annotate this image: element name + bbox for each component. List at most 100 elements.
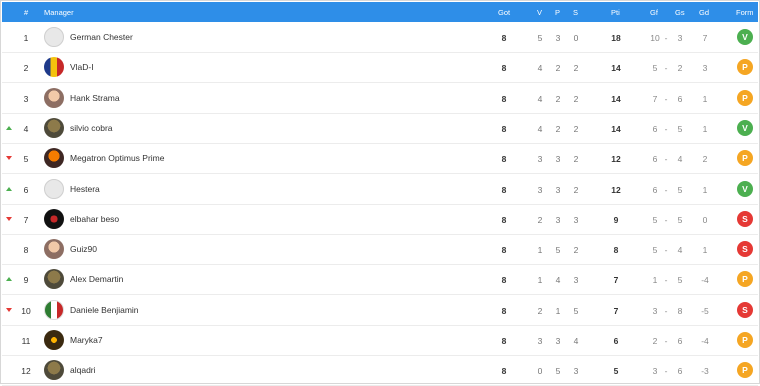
stat-v: 1	[537, 245, 543, 256]
person-avatar[interactable]	[44, 239, 64, 260]
manager-name[interactable]: Hank Strama	[70, 93, 120, 103]
stat-s: 3	[573, 275, 579, 286]
photo-avatar[interactable]	[44, 269, 64, 290]
stat-gd: 7	[702, 33, 708, 43]
manager-name[interactable]: VlaD-I	[70, 62, 94, 72]
stat-s: 2	[573, 63, 579, 74]
stat-s: 2	[573, 245, 579, 256]
stat-v: 4	[537, 63, 543, 74]
form-badge: S	[737, 210, 753, 227]
manager-name[interactable]: Alex Demartin	[70, 274, 123, 284]
header-manager[interactable]: Manager	[44, 8, 74, 17]
manager-name[interactable]: Megatron Optimus Prime	[70, 153, 164, 163]
stat-got: 8	[501, 184, 507, 195]
stat-gf: 6	[652, 123, 658, 134]
stat-pti: 14	[611, 63, 621, 74]
manager-name[interactable]: Hestera	[70, 184, 100, 194]
stat-separator: -	[664, 184, 668, 195]
photo-avatar[interactable]	[44, 117, 64, 138]
photo-avatar[interactable]	[44, 360, 64, 381]
manager-name[interactable]: Maryka7	[70, 335, 103, 345]
table-row[interactable]: 4 silvio cobra 8 4 2 2 14 6-5 1 V	[2, 114, 758, 144]
stat-p: 1	[555, 305, 561, 316]
stat-p: 2	[555, 63, 561, 74]
stat-pti: 14	[611, 93, 621, 104]
table-row[interactable]: 9 Alex Demartin 8 1 4 3 7 1-5 -4 P	[2, 265, 758, 296]
trend-up-icon	[6, 125, 12, 131]
badge-avatar[interactable]	[44, 208, 64, 229]
stat-gs: 5	[677, 184, 683, 195]
table-row[interactable]: 12 alqadri 8 0 5 3 5 3-6 -3 P	[2, 356, 758, 386]
manager-name[interactable]: elbahar beso	[70, 214, 119, 224]
manager-name[interactable]: alqadri	[70, 365, 96, 375]
manager-name[interactable]: silvio cobra	[70, 123, 113, 133]
table-row[interactable]: 7 elbahar beso 8 2 3 3 9 5-5 0 S	[2, 205, 758, 235]
ghost-avatar[interactable]	[44, 27, 64, 47]
stat-gs: 4	[677, 154, 683, 165]
table-row[interactable]: 11 Maryka7 8 3 3 4 6 2-6 -4 P	[2, 326, 758, 356]
header-gd[interactable]: Gd	[699, 8, 709, 17]
trend-down-icon	[6, 307, 12, 313]
table-row[interactable]: 10 Daniele Benjiamin 8 2 1 5 7 3-8 -5 S	[2, 296, 758, 326]
stat-gf: 5	[652, 245, 658, 256]
header-pti[interactable]: Pti	[611, 8, 620, 17]
rank-number: 7	[23, 214, 29, 225]
table-row[interactable]: 8 Guiz90 8 1 5 2 8 5-4 1 S	[2, 235, 758, 266]
stat-gf: 6	[652, 184, 658, 195]
header-gs[interactable]: Gs	[675, 8, 685, 17]
table-row[interactable]: 1 German Chester 8 5 3 0 18 10-3 7 V	[2, 23, 758, 53]
stat-gf: 3	[652, 366, 658, 377]
stat-got: 8	[501, 214, 507, 225]
person-avatar[interactable]	[44, 87, 64, 108]
ghost-avatar[interactable]	[44, 178, 64, 199]
stat-got: 8	[501, 305, 507, 316]
header-p[interactable]: P	[555, 8, 560, 17]
manager-name[interactable]: Daniele Benjiamin	[70, 305, 139, 315]
form-badge: V	[737, 119, 753, 136]
stat-gs: 5	[677, 123, 683, 134]
stat-pti: 18	[611, 33, 621, 43]
stat-p: 5	[555, 366, 561, 377]
stat-gd: 1	[702, 123, 708, 134]
stat-v: 3	[537, 336, 543, 346]
stat-separator: -	[664, 93, 668, 104]
stat-pti: 14	[611, 123, 621, 134]
header-got[interactable]: Got	[498, 8, 510, 17]
table-row[interactable]: 3 Hank Strama 8 4 2 2 14 7-6 1 P	[2, 84, 758, 114]
manager-name[interactable]: Guiz90	[70, 244, 97, 254]
stat-gs: 5	[677, 214, 683, 225]
stat-got: 8	[501, 336, 507, 346]
stat-separator: -	[664, 214, 668, 225]
stat-s: 2	[573, 184, 579, 195]
table-row[interactable]: 2 VlaD-I 8 4 2 2 14 5-2 3 P	[2, 53, 758, 84]
stat-p: 5	[555, 245, 561, 256]
stat-s: 2	[573, 123, 579, 134]
dark-avatar[interactable]	[44, 330, 64, 350]
stat-got: 8	[501, 275, 507, 286]
rank-number: 2	[23, 63, 29, 74]
header-s[interactable]: S	[573, 8, 578, 17]
stat-gd: 1	[702, 245, 708, 256]
header-gf[interactable]: Gf	[650, 8, 658, 17]
flag-italy-avatar[interactable]	[44, 299, 64, 320]
manager-name[interactable]: German Chester	[70, 32, 133, 42]
rank-number: 4	[23, 123, 29, 134]
stat-s: 4	[573, 336, 579, 346]
header-form[interactable]: Form	[736, 8, 754, 17]
stat-separator: -	[664, 366, 668, 377]
stat-v: 2	[537, 305, 543, 316]
table-row[interactable]: 5 Megatron Optimus Prime 8 3 3 2 12 6-4 2 P	[2, 144, 758, 175]
flag-avatar[interactable]	[44, 57, 64, 78]
stat-pti: 6	[613, 336, 619, 346]
stat-gf: 5	[652, 214, 658, 225]
table-row[interactable]: 6 Hestera 8 3 3 2 12 6-5 1 V	[2, 175, 758, 205]
standings-table: # Manager Got V P S Pti Gf Gs Gd Form 1 G…	[0, 0, 760, 386]
stat-pti: 5	[613, 366, 619, 377]
stat-pti: 7	[613, 305, 619, 316]
header-rank: #	[24, 8, 29, 17]
header-v[interactable]: V	[537, 8, 542, 17]
robot-avatar[interactable]	[44, 148, 64, 169]
stat-gf: 6	[652, 154, 658, 165]
stat-p: 3	[555, 184, 561, 195]
stat-gf: 2	[652, 336, 658, 346]
